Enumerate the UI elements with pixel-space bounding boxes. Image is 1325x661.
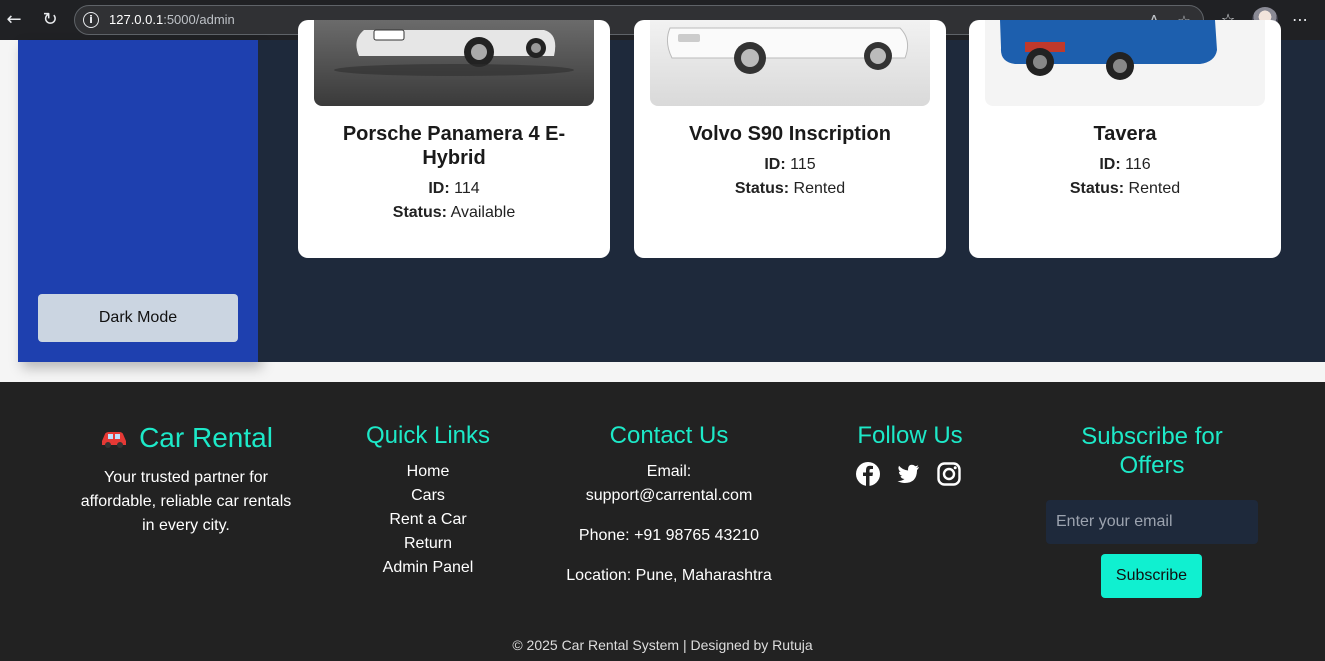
quick-links-heading: Quick Links: [365, 422, 491, 449]
copyright: © 2025 Car Rental System | Designed by R…: [512, 637, 813, 653]
admin-main: Porsche Panamera 4 E-Hybrid ID: 114 Stat…: [258, 20, 1325, 362]
more-icon[interactable]: ⋯: [1288, 8, 1312, 32]
car-id: ID: 115: [764, 156, 816, 173]
footer-link-return[interactable]: Return: [338, 532, 518, 556]
car-status: Status: Available: [392, 204, 516, 221]
footer-brand-title: Car Rental: [70, 422, 302, 456]
contact-location: Location: Pune, Maharashtra: [566, 567, 772, 584]
instagram-icon[interactable]: [936, 461, 962, 487]
car-image: [314, 20, 594, 106]
car-name: Porsche Panamera 4 E-Hybrid: [342, 123, 566, 169]
car-card: Volvo S90 Inscription ID: 115 Status: Re…: [634, 20, 946, 258]
contact-phone: Phone: +91 98765 43210: [578, 527, 760, 544]
car-id: ID: 116: [1099, 156, 1151, 173]
subscribe-heading: Subscribe for Offers: [1081, 423, 1223, 479]
social-links: [855, 461, 972, 487]
subscribe-email-input[interactable]: [1046, 500, 1258, 544]
dark-mode-button[interactable]: Dark Mode: [38, 294, 238, 342]
contact-email: support@carrental.com: [585, 487, 753, 504]
footer-link-home[interactable]: Home: [338, 460, 518, 484]
car-status: Status: Rented: [1069, 180, 1181, 197]
admin-sidebar: Dark Mode: [18, 40, 258, 362]
url-text: 127.0.0.1:5000/admin: [109, 12, 235, 27]
follow-heading: Follow Us: [857, 422, 963, 449]
footer-link-rent[interactable]: Rent a Car: [338, 508, 518, 532]
twitter-icon[interactable]: [895, 461, 921, 487]
car-name: Volvo S90 Inscription: [689, 123, 891, 145]
footer-subscribe: Subscribe for Offers: [1052, 422, 1252, 480]
footer-quick-links: Quick Links Home Cars Rent a Car Return …: [338, 422, 518, 580]
car-id: ID: 114: [428, 180, 480, 197]
subscribe-button[interactable]: Subscribe: [1101, 554, 1202, 598]
contact-heading: Contact Us: [609, 422, 729, 449]
back-icon[interactable]: ←: [2, 8, 26, 32]
car-icon: [99, 424, 129, 456]
info-icon[interactable]: i: [83, 12, 99, 28]
footer-follow: Follow Us: [830, 422, 990, 450]
footer-brand: Car Rental Your trusted partner for affo…: [70, 422, 302, 538]
car-image: [650, 20, 930, 106]
footer-tagline: Your trusted partner for affordable, rel…: [80, 468, 292, 534]
car-name: Tavera: [1093, 123, 1157, 145]
footer-link-admin[interactable]: Admin Panel: [338, 556, 518, 580]
car-card: Porsche Panamera 4 E-Hybrid ID: 114 Stat…: [298, 20, 610, 258]
footer-link-cars[interactable]: Cars: [338, 484, 518, 508]
car-status: Status: Rented: [734, 180, 846, 197]
email-label: Email:: [646, 463, 692, 480]
facebook-icon[interactable]: [855, 461, 881, 487]
car-card: Tavera ID: 116 Status: Rented: [969, 20, 1281, 258]
footer-contact: Contact Us Email: support@carrental.com …: [549, 422, 789, 588]
site-footer: Car Rental Your trusted partner for affo…: [0, 382, 1325, 661]
car-image: [985, 20, 1265, 106]
reload-icon[interactable]: ↻: [38, 8, 62, 32]
